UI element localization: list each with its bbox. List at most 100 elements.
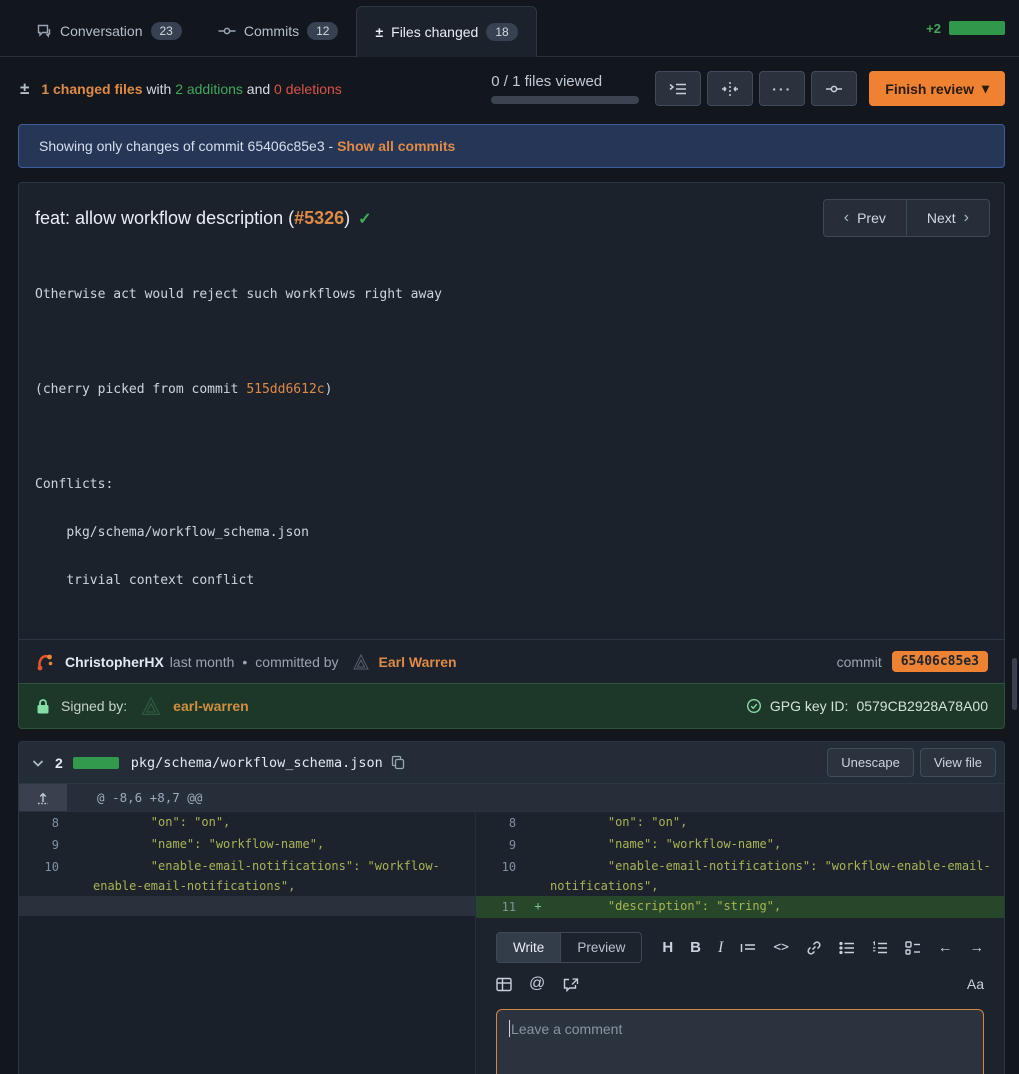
- commit-status-check-icon[interactable]: ✓: [358, 211, 371, 228]
- copy-path-icon[interactable]: [391, 755, 405, 770]
- signer-link[interactable]: earl-warren: [173, 698, 248, 714]
- cherry-pick-close: ): [325, 382, 333, 397]
- finish-review-button[interactable]: Finish review ▾: [869, 71, 1005, 106]
- commit-select-button[interactable]: [811, 71, 857, 106]
- commit-message-line: pkg/schema/workflow_schema.json: [35, 525, 988, 541]
- commit-message-line: (cherry picked from commit 515dd6612c): [35, 382, 988, 398]
- split-view-button[interactable]: [707, 71, 753, 106]
- file-additions-count: 2: [55, 755, 63, 771]
- show-all-commits-link[interactable]: Show all commits: [337, 138, 455, 154]
- italic-icon[interactable]: I: [718, 939, 723, 957]
- commits-count-badge: 12: [307, 22, 338, 40]
- lock-icon: [35, 698, 51, 715]
- diff-line[interactable]: 9 "name": "workflow-name",: [19, 834, 475, 856]
- diff-summary-text: 1 changed files with 2 additions and 0 d…: [41, 81, 341, 97]
- reference-icon[interactable]: [562, 977, 579, 992]
- old-line-number[interactable]: 10: [19, 856, 69, 896]
- next-commit-button[interactable]: Next ›: [906, 200, 989, 236]
- committer-link[interactable]: Earl Warren: [379, 654, 457, 670]
- diff-stat: +2: [926, 0, 1019, 56]
- tab-files-changed-label: Files changed: [391, 24, 478, 40]
- line-sign: [526, 812, 550, 834]
- new-line-code: "description": "string",: [550, 896, 1004, 918]
- file-diff-header: 2 pkg/schema/workflow_schema.json Unesca…: [19, 742, 1004, 784]
- committed-by-label: committed by: [255, 654, 338, 670]
- table-icon[interactable]: [496, 977, 512, 992]
- cherry-pick-commit-link[interactable]: 515dd6612c: [246, 382, 324, 397]
- commit-date: last month: [170, 654, 235, 670]
- collapse-file-chevron-icon[interactable]: [31, 756, 45, 770]
- signed-by-label: Signed by:: [61, 698, 127, 714]
- diff-line[interactable]: 8 "on": "on",: [476, 812, 1004, 834]
- gpg-key-label: GPG key ID:: [770, 698, 849, 714]
- conversation-icon: [36, 23, 52, 39]
- file-diff-stat-bar: [73, 757, 119, 769]
- diff-line[interactable]: 10 "enable-email-notifications": "workfl…: [19, 856, 475, 896]
- ellipsis-icon: ···: [772, 81, 792, 97]
- unescape-button[interactable]: Unescape: [827, 748, 914, 777]
- write-tab[interactable]: Write: [497, 933, 560, 962]
- changed-files-link[interactable]: 1 changed files: [41, 81, 142, 97]
- diff-line-added[interactable]: 11 + "description": "string",: [476, 896, 1004, 918]
- author-link[interactable]: ChristopherHX: [65, 654, 164, 670]
- ordered-list-icon[interactable]: [872, 941, 888, 955]
- diff-old-side: 8 "on": "on", 9 "name": "workflow-name",…: [19, 812, 476, 1074]
- new-line-number[interactable]: 8: [476, 812, 526, 834]
- code-icon[interactable]: <>: [773, 940, 789, 955]
- file-diff-box: 2 pkg/schema/workflow_schema.json Unesca…: [18, 741, 1005, 1074]
- gpg-key-value: 0579CB2928A78A00: [856, 698, 988, 714]
- diff-options-button[interactable]: ···: [759, 71, 805, 106]
- view-file-button[interactable]: View file: [920, 748, 996, 777]
- task-list-icon[interactable]: [905, 941, 921, 955]
- diff-stat-bar: [949, 21, 1005, 35]
- diff-line[interactable]: 10 "enable-email-notifications": "workfl…: [476, 856, 1004, 896]
- commit-filter-banner: Showing only changes of commit 65406c85e…: [18, 124, 1005, 168]
- old-line-number[interactable]: 8: [19, 812, 69, 834]
- new-line-number[interactable]: 11: [476, 896, 526, 918]
- prev-label: Prev: [857, 210, 886, 226]
- heading-icon[interactable]: H: [662, 939, 673, 956]
- indent-left-icon[interactable]: ←: [938, 940, 953, 956]
- line-sign: [526, 834, 550, 856]
- files-count-badge: 18: [486, 23, 517, 41]
- indent-right-icon[interactable]: →: [970, 940, 985, 956]
- files-viewed-label: 0 / 1 files viewed: [491, 73, 602, 90]
- unordered-list-icon[interactable]: [839, 941, 855, 955]
- scrollbar-thumb[interactable]: [1012, 658, 1017, 710]
- diff-stat-additions: +2: [926, 21, 941, 36]
- issue-link[interactable]: #5326: [294, 208, 344, 228]
- commit-message-body: Otherwise act would reject such workflow…: [19, 241, 1004, 639]
- prev-commit-button[interactable]: ‹ Prev: [824, 200, 906, 236]
- diff-line[interactable]: 8 "on": "on",: [19, 812, 475, 834]
- font-size-icon[interactable]: Aa: [967, 976, 984, 992]
- old-line-code: "enable-email-notifications": "workflow-…: [93, 856, 475, 896]
- new-line-number[interactable]: 9: [476, 834, 526, 856]
- committer-avatar[interactable]: [351, 652, 371, 672]
- new-line-number[interactable]: 10: [476, 856, 526, 896]
- added-sign: +: [526, 896, 550, 918]
- tab-commits[interactable]: Commits 12: [200, 6, 357, 56]
- tab-conversation[interactable]: Conversation 23: [18, 6, 200, 56]
- commit-nav: ‹ Prev Next ›: [823, 199, 990, 237]
- preview-tab[interactable]: Preview: [560, 933, 641, 962]
- expand-hunk-button[interactable]: [19, 784, 67, 811]
- comment-placeholder: Leave a comment: [511, 1021, 622, 1037]
- comment-input[interactable]: Leave a comment: [496, 1009, 984, 1074]
- commit-icon: [218, 23, 236, 39]
- diff-icon: ±: [375, 24, 383, 40]
- banner-text: Showing only changes of commit 65406c85e…: [39, 138, 333, 154]
- tab-files-changed[interactable]: ± Files changed 18: [356, 6, 536, 57]
- bold-icon[interactable]: B: [690, 939, 701, 956]
- diff-line[interactable]: 9 "name": "workflow-name",: [476, 834, 1004, 856]
- file-tree-toggle-button[interactable]: [655, 71, 701, 106]
- file-path[interactable]: pkg/schema/workflow_schema.json: [131, 755, 383, 771]
- commit-sha-badge[interactable]: 65406c85e3: [892, 651, 988, 672]
- mention-icon[interactable]: @: [529, 975, 545, 993]
- signer-avatar[interactable]: [139, 694, 163, 718]
- quote-icon[interactable]: [740, 941, 756, 955]
- chevron-right-icon: ›: [964, 209, 969, 227]
- text-caret: [509, 1020, 510, 1037]
- link-icon[interactable]: [806, 940, 822, 956]
- author-avatar[interactable]: [35, 652, 55, 672]
- old-line-number[interactable]: 9: [19, 834, 69, 856]
